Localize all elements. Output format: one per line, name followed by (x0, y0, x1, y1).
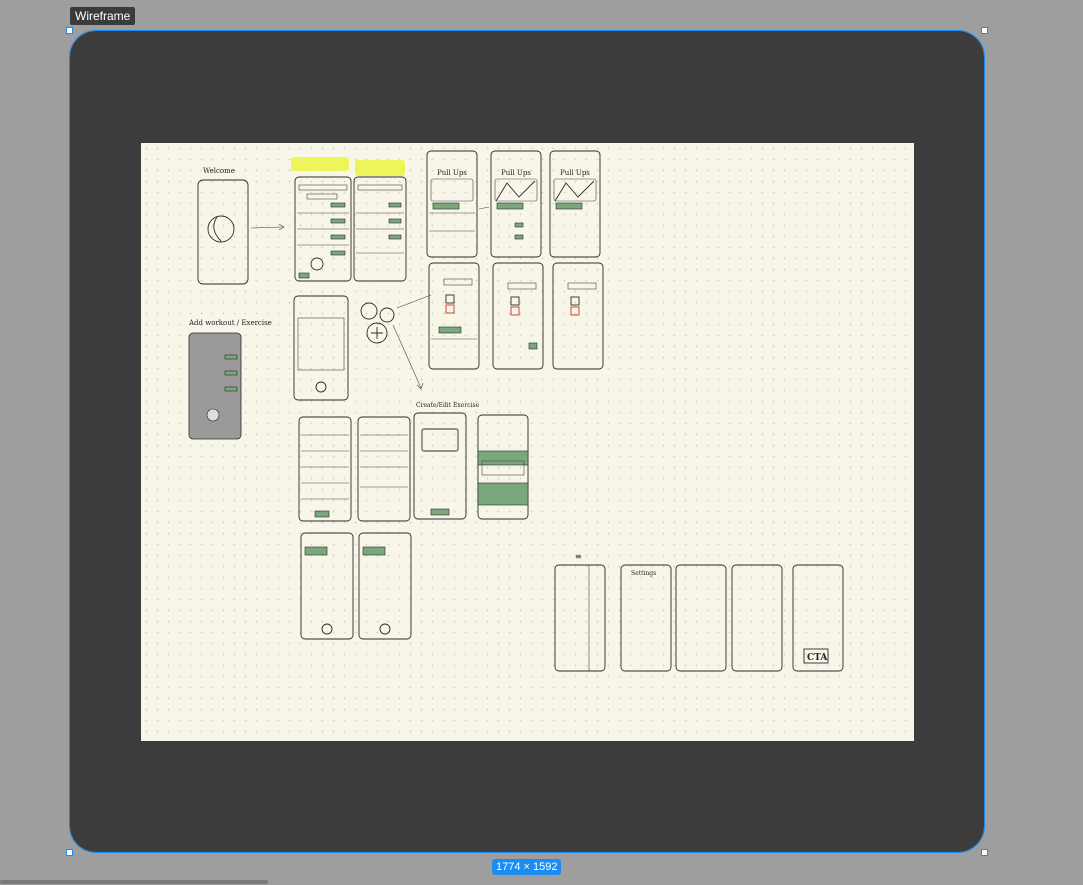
size-readout: 1774 × 1592 (492, 859, 562, 875)
wireframe-image: Welcome Pull Ups Pull Ups Pull Ups Add w… (141, 143, 914, 741)
svg-text:Pull Ups: Pull Ups (560, 169, 590, 177)
resize-handle-bottom-left[interactable] (66, 849, 73, 856)
svg-text:Settings: Settings (631, 570, 656, 577)
wireframe-frame[interactable]: Welcome Pull Ups Pull Ups Pull Ups Add w… (66, 27, 988, 856)
svg-text:Welcome: Welcome (203, 167, 235, 175)
svg-text:Pull Ups: Pull Ups (501, 169, 531, 177)
svg-text:≡: ≡ (575, 552, 582, 561)
resize-handle-top-right[interactable] (981, 27, 988, 34)
frame-label[interactable]: Wireframe (70, 7, 136, 25)
svg-text:Pull Ups: Pull Ups (437, 169, 467, 177)
sketch-drawing: Welcome Pull Ups Pull Ups Pull Ups Add w… (188, 150, 844, 672)
svg-text:Add workout / Exercise: Add workout / Exercise (188, 319, 272, 327)
svg-text:Create/Edit Exercise: Create/Edit Exercise (416, 402, 480, 409)
resize-handle-bottom-right[interactable] (981, 849, 988, 856)
svg-text:CTA: CTA (807, 653, 828, 663)
resize-handle-top-left[interactable] (66, 27, 73, 34)
horizontal-scrollbar[interactable] (0, 880, 268, 884)
